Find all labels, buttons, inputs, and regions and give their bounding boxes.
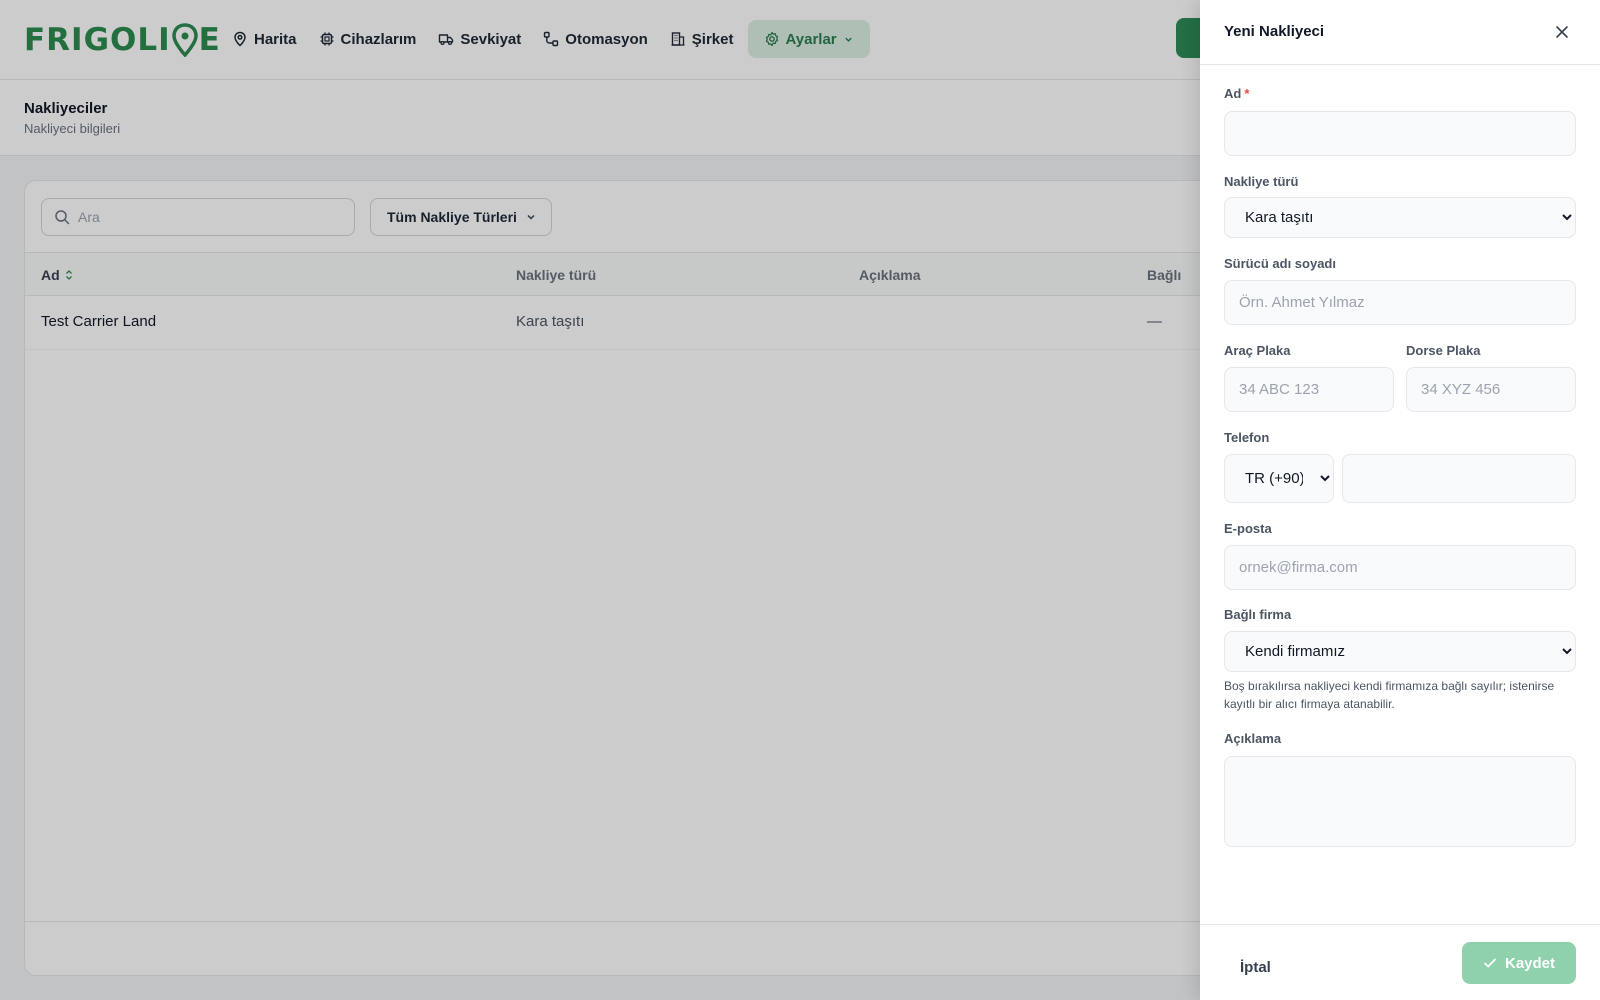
save-button[interactable]: Kaydet [1462,942,1576,984]
phone-input[interactable] [1342,454,1576,503]
drawer-header: Yeni Nakliyeci [1200,0,1600,65]
transport-type-label: Nakliye türü [1224,174,1299,189]
vehicle-plate-input[interactable] [1224,367,1394,412]
trailer-plate-label: Dorse Plaka [1406,343,1481,358]
phone-label: Telefon [1224,430,1270,445]
company-hint: Boş bırakılırsa nakliyeci kendi firmamız… [1224,679,1555,711]
close-button[interactable] [1550,20,1574,44]
email-label: E-posta [1224,521,1272,536]
cancel-button[interactable]: İptal [1224,947,1287,987]
vehicle-plate-label: Araç Plaka [1224,343,1291,358]
company-label: Bağlı firma [1224,607,1292,622]
name-input[interactable] [1224,111,1576,156]
new-carrier-drawer: Yeni Nakliyeci Ad * Nakliye türü Kara taş… [1200,0,1600,1000]
check-icon [1484,958,1496,968]
name-label-text: Ad [1224,86,1242,101]
drawer-title: Yeni Nakliyeci [1224,23,1325,40]
transport-type-select[interactable]: Kara taşıtı [1224,197,1576,238]
company-select[interactable]: Kendi firmamız [1224,631,1576,672]
required-marker: * [1244,86,1250,101]
driver-name-input[interactable] [1224,280,1576,325]
email-input[interactable] [1224,545,1576,590]
description-textarea[interactable] [1224,756,1576,847]
description-label: Açıklama [1224,731,1282,746]
name-label: Ad * [1224,86,1249,101]
phone-country-select[interactable]: TR (+90) [1224,454,1334,503]
trailer-plate-input[interactable] [1406,367,1576,412]
close-icon [1556,26,1568,38]
save-label: Kaydet [1504,954,1556,972]
drawer-footer: İptal Kaydet [1200,924,1600,1000]
driver-name-label: Sürücü adı soyadı [1224,256,1336,271]
